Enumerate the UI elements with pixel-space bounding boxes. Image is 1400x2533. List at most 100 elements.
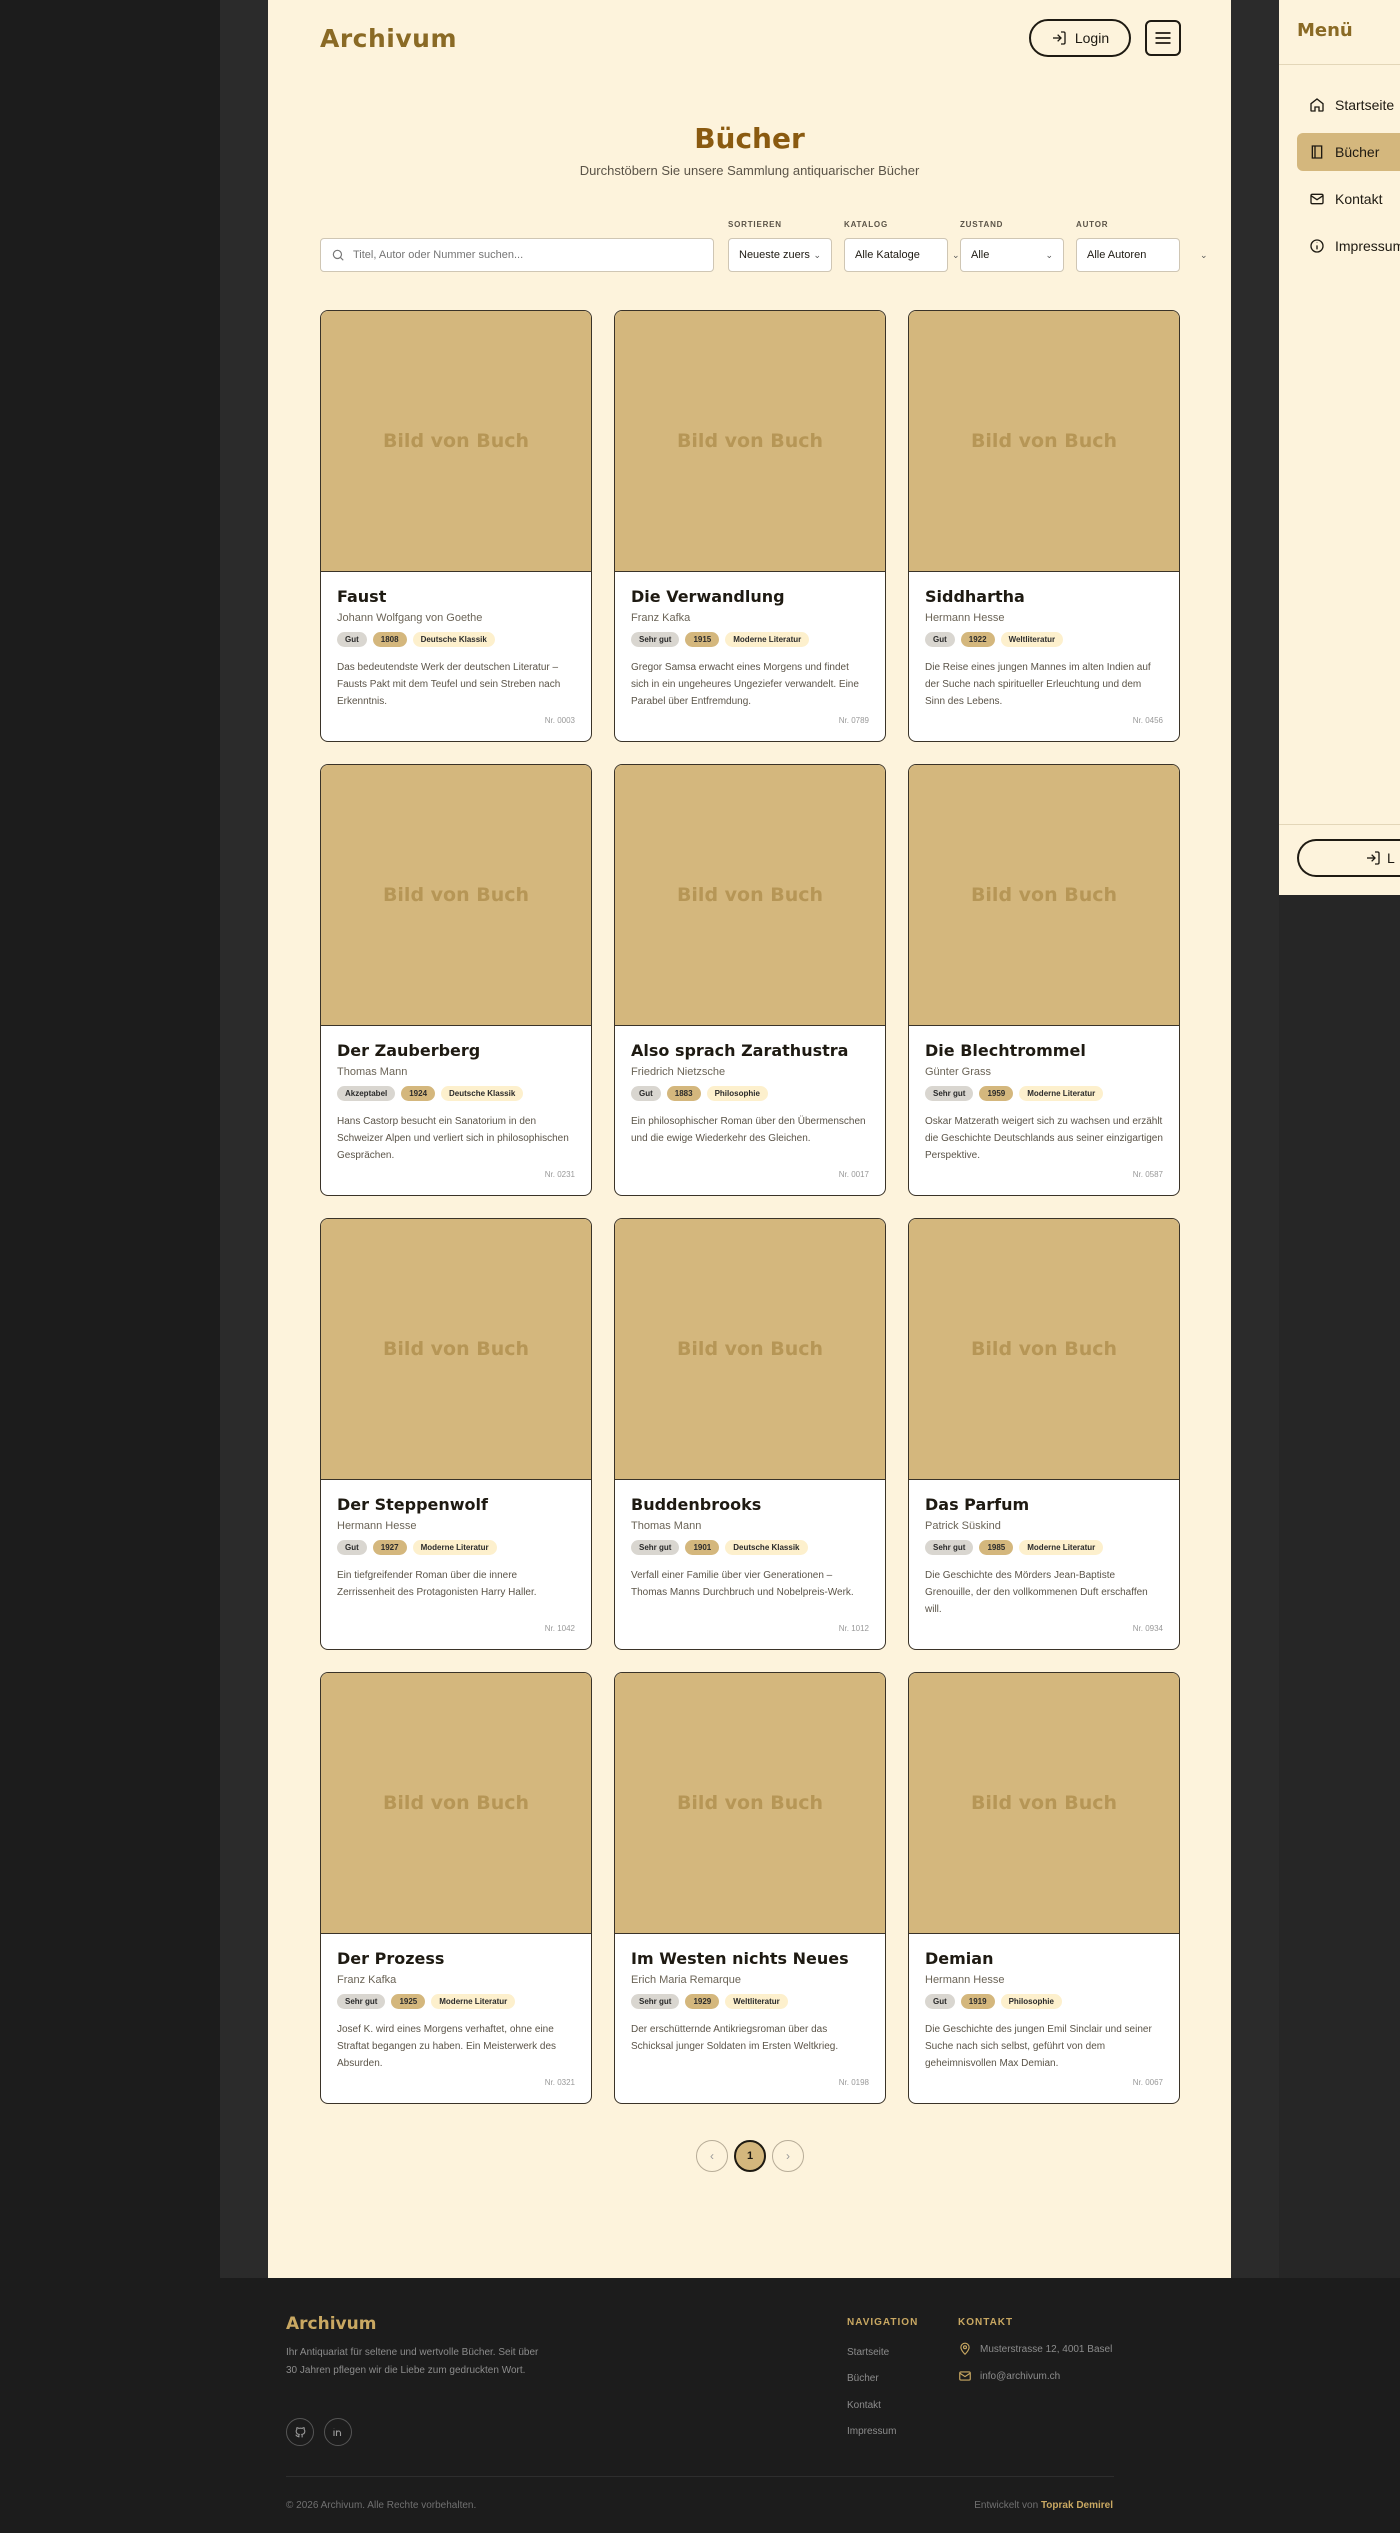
- book-badges: Akzeptabel 1924 Deutsche Klassik: [337, 1086, 575, 1101]
- book-card[interactable]: Bild von Buch Der Steppenwolf Hermann Hess…: [320, 1218, 592, 1650]
- book-card-body: Siddhartha Hermann Hesse Gut 1922 Weltlitera…: [925, 587, 1163, 710]
- footer: Archivum Ihr Antiquariat für seltene und…: [0, 2278, 1400, 2533]
- footer-email[interactable]: info@archivum.ch: [958, 2369, 1060, 2383]
- side-login-button[interactable]: L: [1297, 839, 1400, 877]
- cover-placeholder-text: Bild von Buch: [676, 1338, 824, 1360]
- book-badges: Gut 1919 Philosophie: [925, 1994, 1163, 2009]
- side-item-label: Impressum: [1335, 238, 1400, 254]
- book-badges: Sehr gut 1959 Moderne Literatur: [925, 1086, 1163, 1101]
- cover-placeholder-text: Bild von Buch: [970, 1338, 1118, 1360]
- cover-placeholder-text: Bild von Buch: [382, 884, 530, 906]
- logo[interactable]: Archivum: [320, 24, 457, 53]
- condition-filter: ZUSTAND Alle ⌄: [960, 220, 1064, 272]
- book-description: Oskar Matzerath weigert sich zu wachsen …: [925, 1116, 1163, 1161]
- login-icon: [1367, 851, 1380, 865]
- login-label: Login: [1074, 30, 1110, 46]
- book-cover-placeholder: Bild von Buch: [321, 765, 591, 1026]
- year-badge: 1808: [372, 632, 407, 647]
- chevron-down-icon: ⌄: [952, 250, 960, 260]
- book-title: Siddhartha: [925, 587, 1025, 606]
- book-author: Günter Grass: [925, 1066, 992, 1078]
- book-card[interactable]: Bild von Buch Die Verwandlung Franz Kafka S…: [614, 310, 886, 742]
- sort-select[interactable]: Neueste zuers ⌄: [728, 238, 832, 272]
- catalog-select[interactable]: Alle Kataloge: [844, 238, 948, 272]
- book-cover-placeholder: Bild von Buch: [321, 1219, 591, 1480]
- side-item-kontakt[interactable]: Kontakt: [1297, 180, 1400, 218]
- book-badges: Gut 1922 Weltliteratur: [925, 632, 1163, 647]
- author-select[interactable]: Alle Autoren: [1076, 238, 1180, 272]
- divider: [1279, 64, 1400, 65]
- left-backdrop: [220, 0, 268, 2278]
- book-card[interactable]: Bild von Buch Das Parfum Patrick Süskind Se…: [908, 1218, 1180, 1650]
- side-item-buecher[interactable]: Bücher: [1297, 133, 1400, 171]
- cover-placeholder-text: Bild von Buch: [970, 430, 1118, 452]
- info-icon: [1310, 239, 1324, 253]
- book-description: Josef K. wird eines Morgens verhaftet, o…: [337, 2024, 557, 2069]
- book-title: Demian: [925, 1949, 994, 1968]
- developer-link[interactable]: Toprak Demirel: [1041, 2500, 1113, 2511]
- book-card[interactable]: Bild von Buch Der Zauberberg Thomas Mann Ak…: [320, 764, 592, 1196]
- mail-icon: [1310, 193, 1324, 205]
- condition-badge: Gut: [631, 1086, 661, 1101]
- book-icon: [1311, 145, 1323, 159]
- year-badge: 1915: [685, 632, 720, 647]
- next-page-button[interactable]: ›: [772, 2140, 804, 2172]
- condition-badge: Gut: [337, 1540, 367, 1555]
- prev-page-button[interactable]: ‹: [696, 2140, 728, 2172]
- book-card-body: Demian Hermann Hesse Gut 1919 Philosophie Die…: [925, 1949, 1163, 2072]
- book-author: Erich Maria Remarque: [631, 1974, 742, 1986]
- book-card[interactable]: Bild von Buch Faust Johann Wolfgang von Go…: [320, 310, 592, 742]
- condition-label: ZUSTAND: [960, 220, 1004, 229]
- menu-button[interactable]: [1145, 20, 1181, 56]
- book-author: Hermann Hesse: [337, 1520, 417, 1532]
- book-author: Hermann Hesse: [925, 1974, 1005, 1986]
- sort-label: SORTIEREN: [728, 220, 782, 229]
- book-number: Nr. 1012: [838, 1624, 869, 1633]
- side-item-impressum[interactable]: Impressum: [1297, 227, 1400, 265]
- linkedin-link[interactable]: [324, 2418, 352, 2446]
- book-card[interactable]: Bild von Buch Siddhartha Hermann Hesse Gut 1…: [908, 310, 1180, 742]
- book-card[interactable]: Bild von Buch Die Blechtrommel Günter Gras…: [908, 764, 1180, 1196]
- book-card[interactable]: Bild von Buch Der Prozess Franz Kafka Sehr …: [320, 1672, 592, 2104]
- book-number: Nr. 0321: [544, 2078, 575, 2087]
- book-card[interactable]: Bild von Buch Buddenbrooks Thomas Mann Sehr…: [614, 1218, 886, 1650]
- book-description: Ein tiefgreifender Roman über die innere…: [337, 1570, 537, 1598]
- side-menu: Menü Startseite Bücher Kontakt Impressum…: [1279, 0, 1400, 895]
- catalog-value: Alle Kataloge: [855, 249, 920, 261]
- side-item-startseite[interactable]: Startseite: [1297, 86, 1400, 124]
- github-link[interactable]: [286, 2418, 314, 2446]
- page-button-1[interactable]: 1: [734, 2140, 766, 2172]
- book-number: Nr. 0789: [838, 716, 869, 725]
- footer-logo[interactable]: Archivum: [286, 2314, 376, 2334]
- category-badge: Moderne Literatur: [725, 632, 810, 647]
- login-button[interactable]: Login: [1029, 19, 1131, 57]
- cover-placeholder-text: Bild von Buch: [676, 430, 824, 452]
- footer-link-buecher[interactable]: Bücher: [847, 2373, 879, 2384]
- footer-link-kontakt[interactable]: Kontakt: [847, 2400, 881, 2411]
- book-card[interactable]: Bild von Buch Also sprach Zarathustra Frie…: [614, 764, 886, 1196]
- book-author: Thomas Mann: [631, 1520, 702, 1532]
- year-badge: 1959: [979, 1086, 1014, 1101]
- cover-placeholder-text: Bild von Buch: [970, 884, 1118, 906]
- hamburger-icon: [1155, 32, 1171, 44]
- year-badge: 1985: [979, 1540, 1014, 1555]
- book-description: Das bedeutendste Werk der deutschen Lite…: [337, 662, 561, 707]
- book-cover-placeholder: Bild von Buch: [909, 1219, 1179, 1480]
- search-box[interactable]: [320, 238, 714, 272]
- year-badge: 1924: [401, 1086, 436, 1101]
- footer-link-impressum[interactable]: Impressum: [847, 2426, 896, 2437]
- condition-select[interactable]: Alle ⌄: [960, 238, 1064, 272]
- book-card[interactable]: Bild von Buch Im Westen nichts Neues Erich…: [614, 1672, 886, 2104]
- mail-icon: [959, 2371, 971, 2381]
- condition-badge: Gut: [337, 632, 367, 647]
- year-badge: 1925: [391, 1994, 426, 2009]
- header: Archivum Login: [320, 18, 1181, 58]
- social-links: [286, 2418, 352, 2446]
- search-input[interactable]: [353, 249, 693, 261]
- book-card-body: Die Verwandlung Franz Kafka Sehr gut 1915 Mo…: [631, 587, 869, 710]
- book-cover-placeholder: Bild von Buch: [909, 311, 1179, 572]
- book-card[interactable]: Bild von Buch Demian Hermann Hesse Gut 1919 P…: [908, 1672, 1180, 2104]
- footer-link-startseite[interactable]: Startseite: [847, 2347, 889, 2358]
- author-value: Alle Autoren: [1087, 249, 1147, 261]
- book-title: Das Parfum: [925, 1495, 1030, 1514]
